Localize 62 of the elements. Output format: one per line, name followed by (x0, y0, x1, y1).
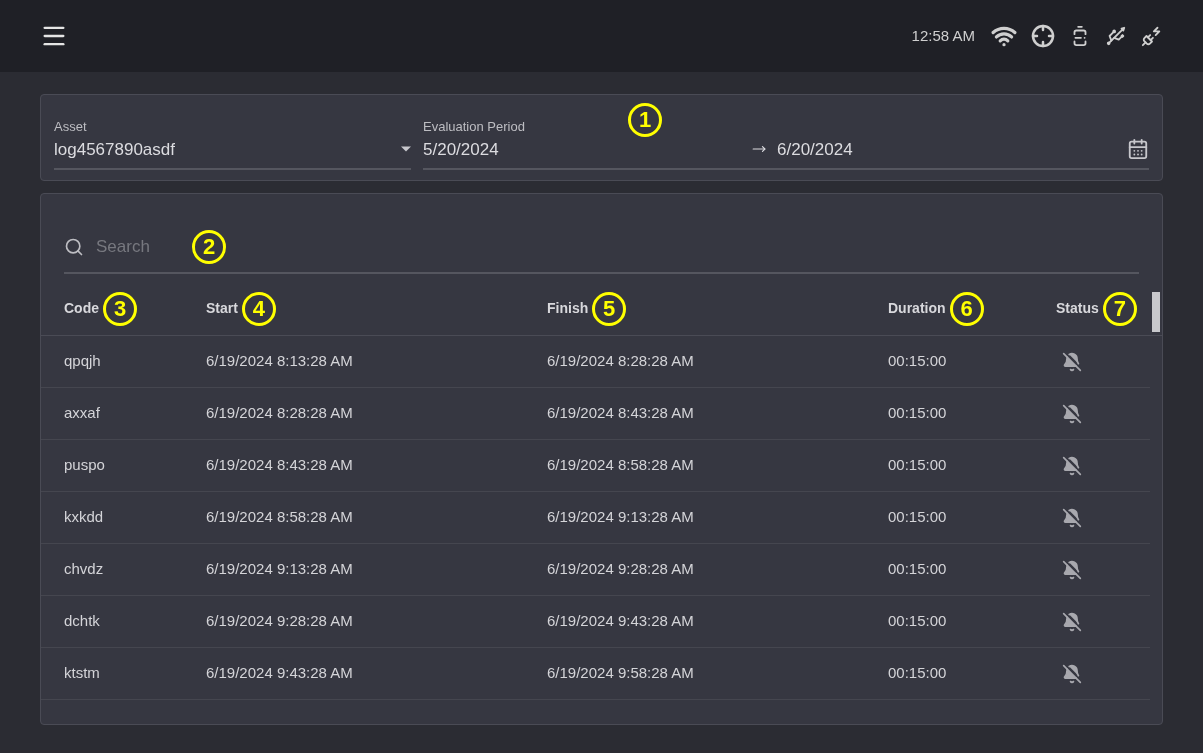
table-row[interactable]: puspo 6/19/2024 8:43:28 AM 6/19/2024 8:58:28 AM 00:15:00 (41, 440, 1150, 492)
table-cell-text: 6/19/2024 8:58:28 AM (206, 507, 354, 528)
table-cell-text: 00:15:00 (888, 663, 948, 684)
table-row[interactable]: qpqjh 6/19/2024 8:13:28 AM 6/19/2024 8:28:28 AM 00:15:00 (41, 336, 1150, 388)
table-cell-text: 6/19/2024 8:43:28 AM (547, 403, 695, 424)
asset-select[interactable]: Asset log4567890asdf (54, 117, 411, 170)
clock-time: 12:58 AM (911, 25, 975, 46)
table-cell-text: 00:15:00 (888, 351, 948, 372)
table-cell-text: ktstm (64, 663, 101, 684)
table-row[interactable]: ktstm 6/19/2024 9:43:28 AM 6/19/2024 9:58:28 AM 00:15:00 (41, 648, 1150, 700)
table-cell-text: chvdz (64, 559, 105, 580)
table-cell-text: 00:15:00 (888, 455, 948, 476)
table-cell-text: 6/19/2024 9:43:28 AM (206, 663, 354, 684)
scrollbar-thumb[interactable] (1152, 292, 1160, 332)
table-row[interactable]: axxaf 6/19/2024 8:28:28 AM 6/19/2024 8:43:28 AM 00:15:00 (41, 388, 1150, 440)
dropdown-caret-icon (401, 146, 411, 153)
table-cell-text: puspo (64, 455, 106, 476)
table-cell-text: 6/19/2024 9:13:28 AM (206, 559, 354, 580)
table-cell-text: 00:15:00 (888, 611, 948, 632)
table-row[interactable]: dchtk 6/19/2024 9:28:28 AM 6/19/2024 9:43:28 AM 00:15:00 (41, 596, 1150, 648)
callout-marker: 7 (1102, 291, 1137, 326)
search-icon (64, 237, 84, 257)
end-date: 6/20/2024 (777, 138, 853, 161)
table-cell-text: 00:15:00 (888, 507, 948, 528)
field-value: log4567890asdf (54, 138, 175, 161)
search-field[interactable]: Search 2 (64, 222, 1139, 274)
column-header[interactable]: Finish (547, 298, 589, 319)
callout-marker: 5 (592, 291, 627, 326)
callout-marker: 6 (949, 291, 984, 326)
table-cell-text: qpqjh (64, 351, 102, 372)
start-date: 5/20/2024 (423, 138, 500, 161)
field-label: Asset (54, 118, 87, 136)
table-cell-text: 6/19/2024 8:58:28 AM (547, 455, 695, 476)
table-cell-text: 6/19/2024 9:13:28 AM (547, 507, 695, 528)
callout-marker: 3 (103, 291, 137, 326)
table-row[interactable]: kxkdd 6/19/2024 8:58:28 AM 6/19/2024 9:13:28 AM 00:15:00 (41, 492, 1150, 544)
callout-marker: 4 (241, 291, 276, 326)
table-cell-text: 6/19/2024 9:58:28 AM (547, 663, 695, 684)
column-header[interactable]: Duration (888, 298, 946, 319)
field-label: Evaluation Period (423, 118, 525, 136)
table-cell-text: 6/19/2024 8:28:28 AM (547, 351, 695, 372)
table-cell-text: 6/19/2024 9:43:28 AM (547, 611, 695, 632)
column-header[interactable]: Status (1056, 298, 1099, 319)
column-header[interactable]: Start (206, 298, 238, 319)
table-cell-text: 00:15:00 (888, 559, 948, 580)
table-row[interactable]: chvdz 6/19/2024 9:13:28 AM 6/19/2024 9:28:28 AM 00:15:00 (41, 544, 1150, 596)
table-cell-text: 6/19/2024 8:28:28 AM (206, 403, 354, 424)
table-cell-text: dchtk (64, 611, 101, 632)
table-cell-text: axxaf (64, 403, 101, 424)
table-cell-text: 6/19/2024 9:28:28 AM (547, 559, 695, 580)
table-cell-text: 00:15:00 (888, 403, 948, 424)
table-cell-text: 6/19/2024 8:13:28 AM (206, 351, 354, 372)
calendar-icon[interactable] (1127, 138, 1149, 161)
usb-icon (1105, 25, 1127, 47)
callout-marker: 2 (192, 230, 226, 264)
table-cell-text: 6/19/2024 8:43:28 AM (206, 455, 354, 476)
callout-marker: 1 (628, 103, 662, 137)
column-header[interactable]: Code (64, 298, 99, 319)
location-icon (1031, 24, 1055, 48)
search-input[interactable]: Search (96, 234, 180, 260)
table-cell-text: 6/19/2024 9:28:28 AM (206, 611, 354, 632)
table-cell-text: kxkdd (64, 507, 105, 528)
